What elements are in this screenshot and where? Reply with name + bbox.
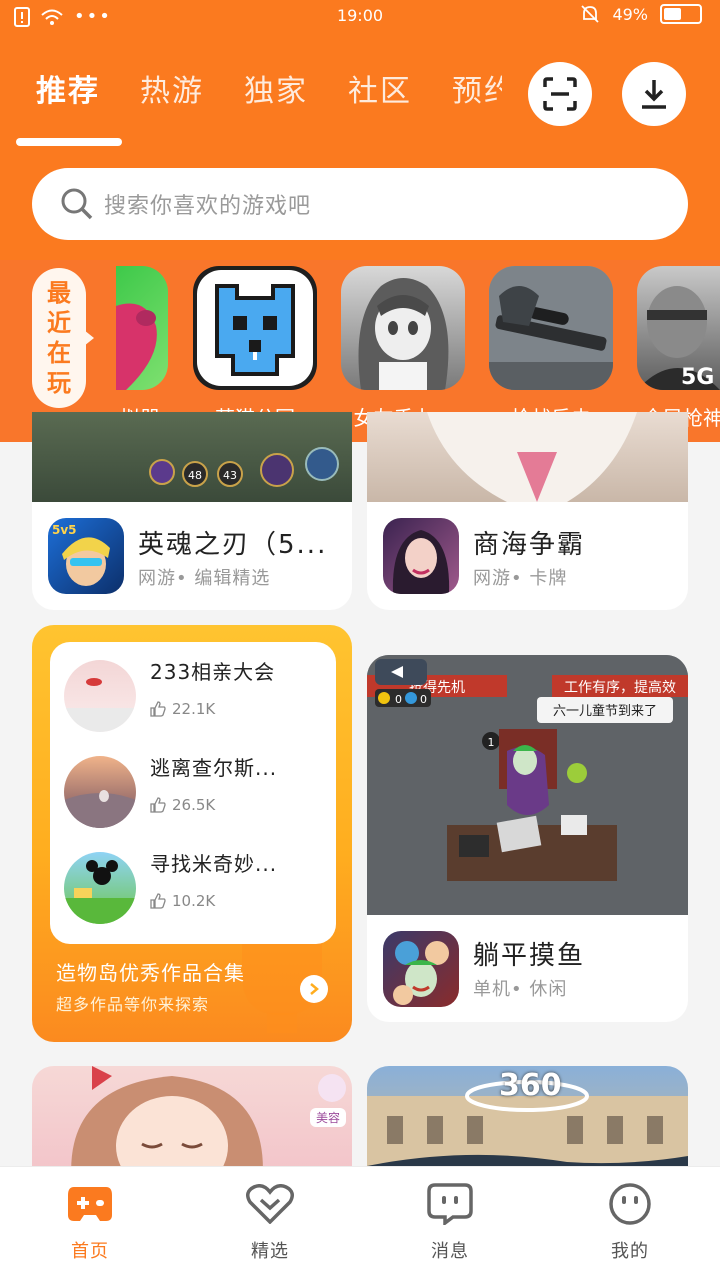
bell-muted-icon [581,5,600,23]
game-art-icon [116,303,157,390]
tab-hot-games[interactable]: 热游 [140,66,204,110]
level-badge: 1 [488,736,495,749]
sniper-rifle-art-icon [489,266,613,390]
hud-number: 48 [188,469,202,482]
anime-girl-art-icon [358,278,449,390]
thumbs-up-icon [150,701,166,717]
collection-title: 造物岛优秀作品合集 [56,961,245,985]
scan-icon [543,77,577,111]
collection-thumb [64,660,136,732]
banner-text: 工作有序，提高效 [564,679,676,696]
bottom-navigation: 首页 精选 消息 我的 [0,1166,720,1280]
download-icon [642,80,666,109]
tab-reserve[interactable]: 预约 [452,66,502,110]
nav-label: 精选 [251,1241,289,1262]
woman-avatar-icon [392,530,450,594]
collection-thumb [64,756,136,828]
heart-chat-icon [246,1183,294,1225]
recent-playing-label: 最 近 在 玩 [32,268,94,408]
game-title: 英魂之刃（5... [138,530,328,560]
status-bar: ••• 19:00 49% [0,0,720,36]
game-icon [383,518,459,594]
thumbs-up-icon [150,893,166,909]
search-placeholder: 搜索你喜欢的游戏吧 [104,194,312,219]
coin-count: 0 [395,693,402,706]
recent-game-gun-god[interactable]: 5G [637,266,720,390]
download-button[interactable] [622,62,686,126]
hero-avatar-icon: 5v5 [52,523,110,586]
recent-game-figure-girlfriend[interactable] [341,266,465,390]
nav-label: 我的 [611,1241,649,1262]
recent-game-gun-battle[interactable] [489,266,613,390]
thumb-art-icon [64,678,136,732]
360-badge: 360 [499,1068,562,1103]
nav-label: 消息 [431,1241,469,1262]
game-tags: 单机• 休闲 [473,979,568,1000]
collection-item[interactable]: 寻找米奇妙... 10.2K [64,848,324,928]
nav-home[interactable]: 首页 [40,1183,140,1263]
game-tags: 网游• 卡牌 [473,568,568,589]
game-screenshot: 48 43 [32,412,352,502]
collection-item-name: 寻找米奇妙... [150,852,278,876]
collection-item-name: 233相亲大会 [150,660,276,684]
collection-item[interactable]: 233相亲大会 22.1K [64,656,324,736]
collection-item[interactable]: 逃离查尔斯... 26.5K [64,752,324,832]
collection-thumb [64,852,136,924]
svg-text:5G: 5G [681,365,714,390]
top-tabs: 推荐 热游 独家 社区 预约 [36,66,502,110]
game-icon: 5v5 [48,518,124,594]
mickey-thumb-icon [64,860,136,924]
recent-game-simulator[interactable] [116,266,168,390]
game-screenshot: 抢得先机 工作有序，提高效 0 0 六一儿童节到来了 1 [367,655,688,915]
hud-number: 43 [223,469,237,482]
gem-count: 0 [420,693,427,706]
chevron-right-icon [310,983,319,995]
collection-item-likes: 26.5K [172,796,216,814]
game-title: 商海争霸 [473,530,586,560]
svg-text:5v5: 5v5 [52,523,77,537]
category-tag: 美容 [310,1108,347,1127]
collection-more-button[interactable] [300,975,328,1003]
gamepad-icon [66,1183,114,1225]
tab-exclusive[interactable]: 独家 [244,66,308,110]
collection-subtitle: 超多作品等你来探索 [56,995,210,1014]
game-title: 躺平摸鱼 [473,941,586,971]
collection-item-likes: 22.1K [172,700,216,718]
game-card-hero-blade[interactable]: 48 43 5v5 英魂之刃（5... 网游• 编辑精选 [32,412,352,610]
game-icon [383,931,459,1007]
nav-messages[interactable]: 消息 [400,1183,500,1263]
battery-icon [660,4,702,24]
search-icon [61,188,93,220]
smiley-icon [606,1183,654,1225]
thumbs-up-icon [150,797,166,813]
game-card-business-war[interactable]: 商海争霸 网游• 卡牌 [367,412,688,610]
search-bar[interactable]: 搜索你喜欢的游戏吧 [32,168,688,240]
collection-item-name: 逃离查尔斯... [150,756,278,780]
nav-featured[interactable]: 精选 [220,1183,320,1263]
pixel-cat-icon [197,270,313,386]
tab-indicator [16,138,122,146]
creation-island-collection[interactable]: 233相亲大会 22.1K 逃离查尔斯... 26.5K 寻找米奇妙... 10… [32,625,352,1042]
nav-profile[interactable]: 我的 [580,1183,680,1263]
message-icon [426,1183,474,1225]
recent-game-cat-park[interactable] [193,266,317,390]
tab-community[interactable]: 社区 [348,66,412,110]
collection-item-likes: 10.2K [172,892,216,910]
tab-recommend[interactable]: 推荐 [36,66,100,110]
game-card-lie-flat[interactable]: 抢得先机 工作有序，提高效 0 0 六一儿童节到来了 1 躺平摸鱼 单机• 休闲 [367,655,688,1022]
thumb-art-icon [64,790,136,828]
game-tags: 网游• 编辑精选 [138,568,271,589]
battery-percent: 49% [612,4,648,24]
scan-button[interactable] [528,62,592,126]
joker-avatar-icon [393,941,449,1005]
collection-list: 233相亲大会 22.1K 逃离查尔斯... 26.5K 寻找米奇妙... 10… [50,642,336,944]
speech-bubble: 六一儿童节到来了 [553,703,657,719]
soldier-art-icon: 5G [637,286,720,390]
nav-label: 首页 [71,1241,109,1262]
game-screenshot [367,412,688,502]
